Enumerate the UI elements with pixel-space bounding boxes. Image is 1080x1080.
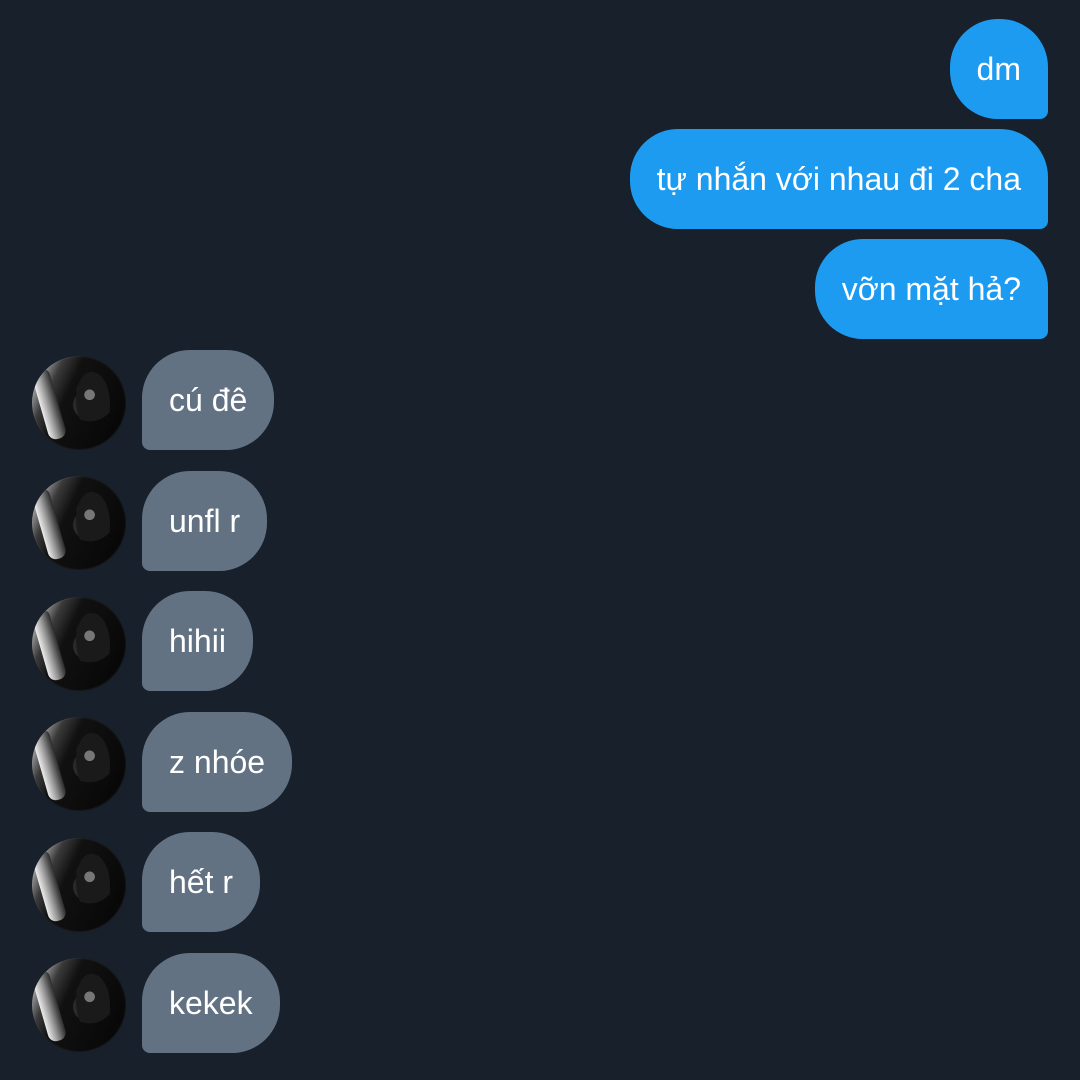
chat-thread: dm tự nhắn với nhau đi 2 cha vỡn mặt hả?… (0, 0, 1080, 1080)
message-text: unfl r (169, 503, 241, 539)
message-text: tự nhắn với nhau đi 2 cha (656, 161, 1021, 197)
profile-avatar-icon[interactable] (32, 356, 126, 450)
profile-avatar-icon[interactable] (32, 717, 126, 811)
received-message-bubble[interactable]: cú đê (142, 350, 275, 450)
received-message-bubble[interactable]: hihii (142, 591, 253, 691)
message-text: cú đê (169, 382, 248, 418)
received-message-bubble[interactable]: z nhóe (142, 712, 293, 812)
message-text: dm (976, 51, 1021, 87)
message-text: hết r (169, 864, 234, 900)
received-message-bubble[interactable]: kekek (142, 953, 280, 1053)
profile-avatar-icon[interactable] (32, 958, 126, 1052)
message-text: kekek (169, 985, 253, 1021)
message-text: vỡn mặt hả? (841, 271, 1021, 307)
sent-message-bubble[interactable]: vỡn mặt hả? (814, 239, 1048, 339)
profile-avatar-icon[interactable] (32, 476, 126, 570)
profile-avatar-icon[interactable] (32, 838, 126, 932)
received-message-bubble[interactable]: hết r (142, 832, 261, 932)
message-text: z nhóe (169, 744, 266, 780)
message-text: hihii (169, 623, 226, 659)
profile-avatar-icon[interactable] (32, 597, 126, 691)
sent-message-bubble[interactable]: tự nhắn với nhau đi 2 cha (629, 129, 1048, 229)
sent-message-bubble[interactable]: dm (949, 19, 1048, 119)
received-message-bubble[interactable]: unfl r (142, 471, 268, 571)
